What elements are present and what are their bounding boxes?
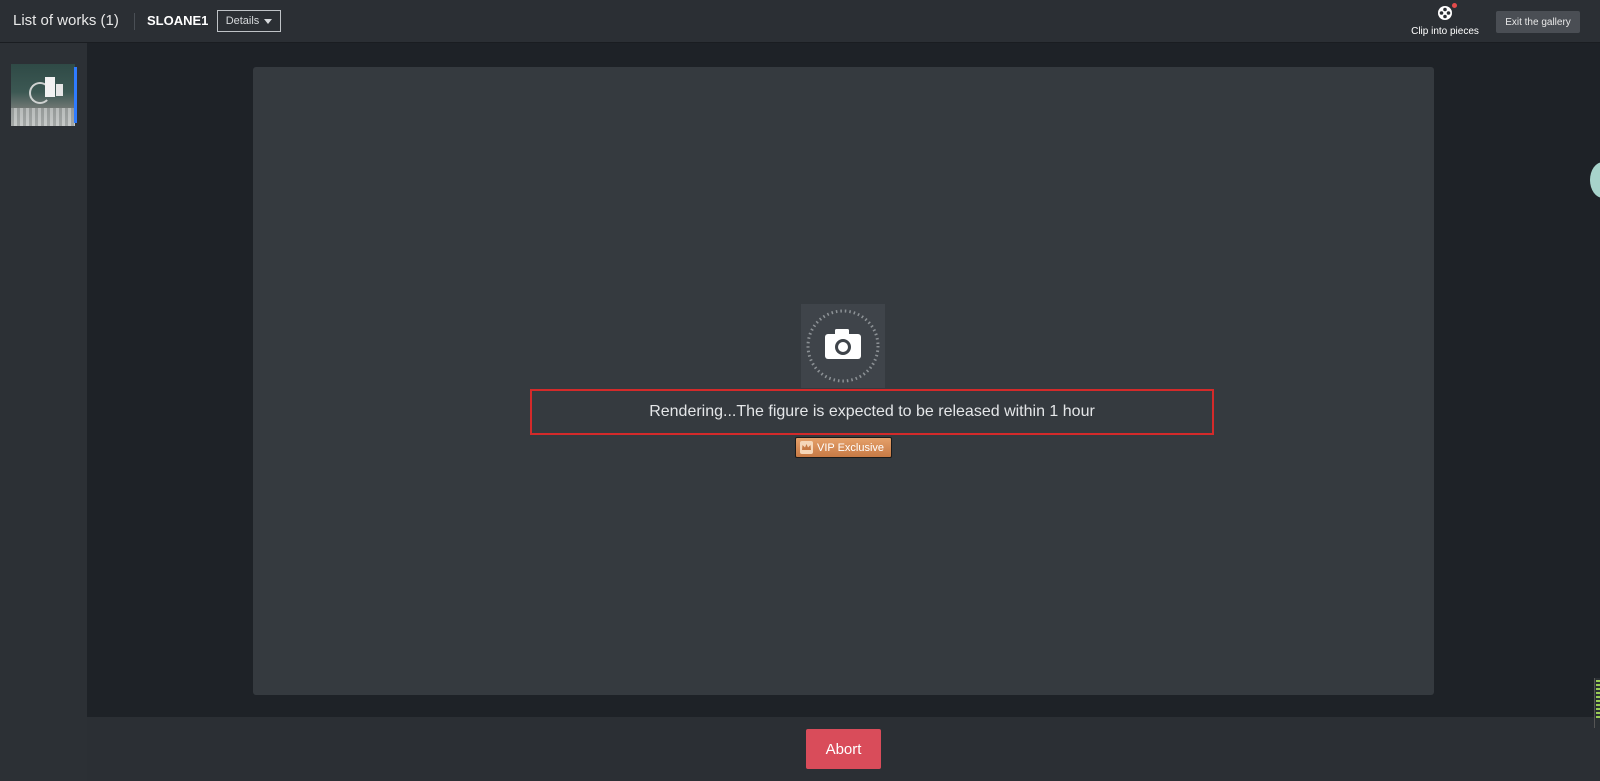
works-list-title: List of works (1) (13, 12, 119, 29)
vip-exclusive-badge[interactable]: VIP Exclusive (795, 437, 892, 458)
clip-label: Clip into pieces (1411, 26, 1479, 37)
rendering-status-text: Rendering...The figure is expected to be… (530, 389, 1214, 435)
details-dropdown[interactable]: Details (217, 10, 281, 32)
abort-button[interactable]: Abort (806, 729, 881, 769)
notification-dot (1452, 3, 1457, 8)
clip-into-pieces-button[interactable]: Clip into pieces (1405, 3, 1485, 39)
works-sidebar (0, 43, 87, 781)
rendering-spinner (801, 304, 885, 388)
crown-icon (800, 441, 813, 454)
level-meter (1594, 678, 1600, 728)
selected-indicator (74, 67, 77, 123)
project-name: SLOANE1 (147, 13, 209, 28)
details-label: Details (225, 15, 260, 27)
caret-down-icon (264, 18, 273, 24)
vip-label: VIP Exclusive (817, 441, 885, 454)
work-thumbnail[interactable] (11, 64, 75, 126)
divider (134, 13, 135, 30)
thumbnail-window-small (56, 84, 63, 96)
exit-gallery-button[interactable]: Exit the gallery (1496, 11, 1580, 33)
camera-icon (806, 309, 880, 383)
film-reel-icon (1438, 6, 1452, 20)
thumbnail-window (45, 77, 55, 97)
thumbnail-floor (11, 108, 75, 126)
top-bar: List of works (1) SLOANE1 Details Clip i… (0, 0, 1600, 43)
